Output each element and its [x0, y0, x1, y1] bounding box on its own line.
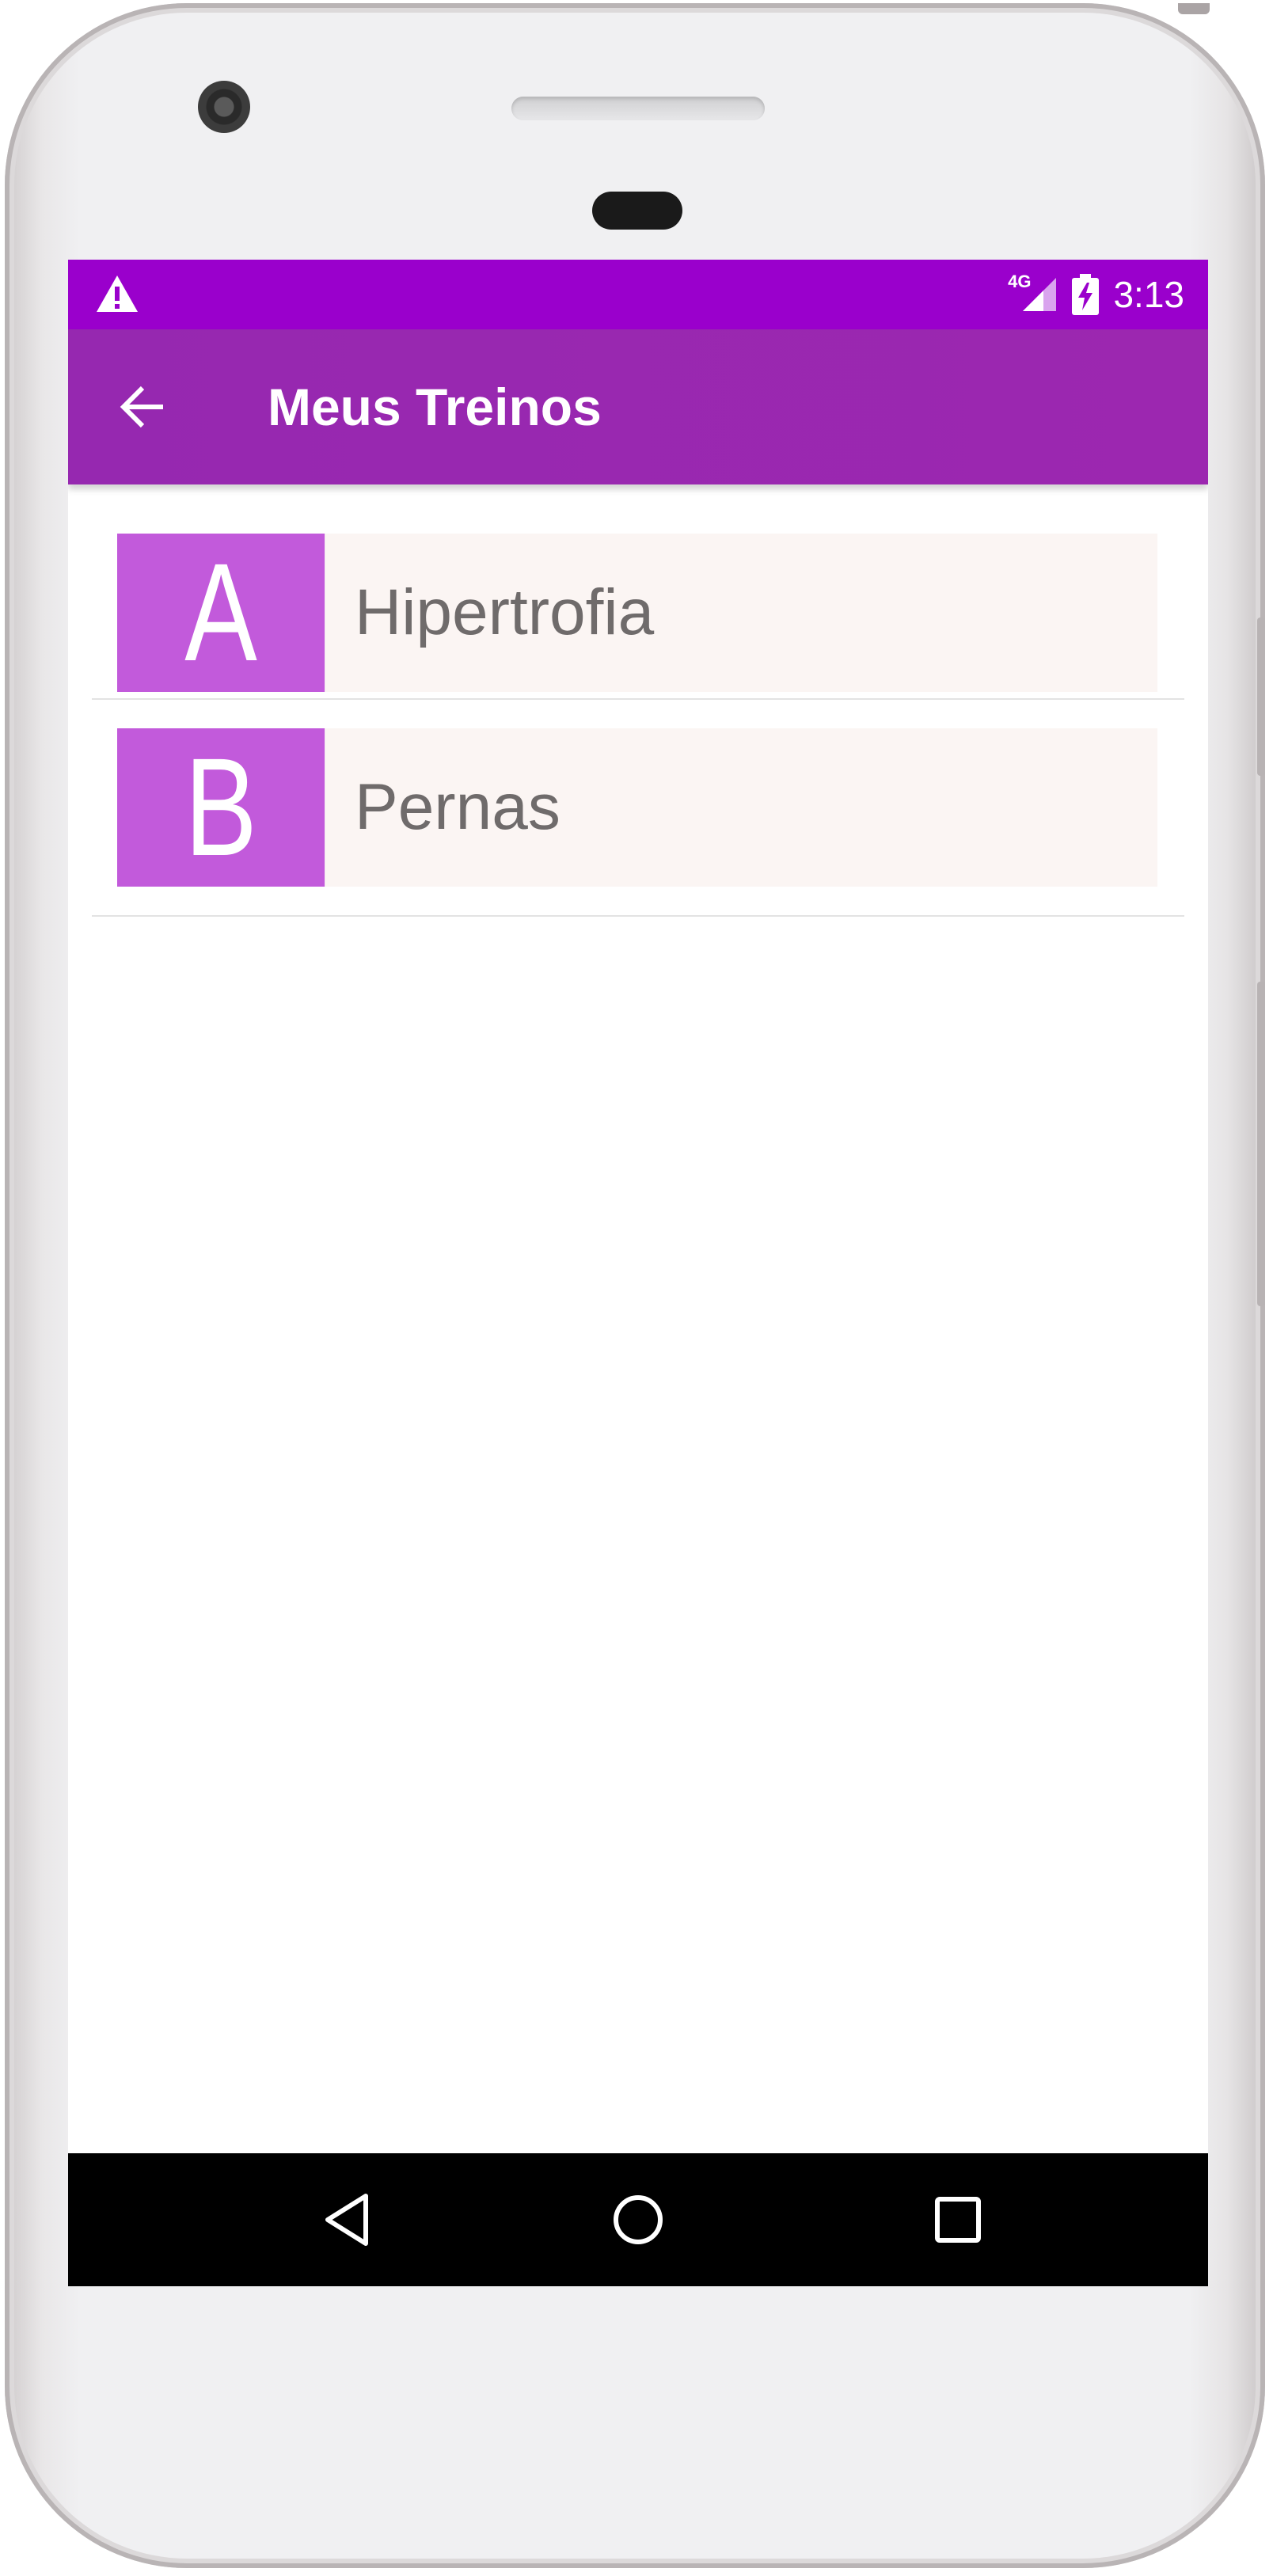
- network-type-label: 4G: [1008, 272, 1032, 291]
- phone-frame: 4G 3:13 Meus Treinos A Hipertrofia B Per…: [5, 3, 1265, 2568]
- workout-item-b[interactable]: B Pernas: [92, 700, 1184, 917]
- navigation-bar: [68, 2153, 1208, 2286]
- phone-power-button: [1257, 982, 1265, 1306]
- workout-letter-badge: B: [117, 728, 325, 887]
- nav-recents-square-icon[interactable]: [925, 2187, 991, 2253]
- front-camera: [198, 81, 250, 133]
- workout-list: A Hipertrofia B Pernas: [68, 484, 1208, 917]
- workout-letter-badge: A: [117, 534, 325, 692]
- screen: 4G 3:13 Meus Treinos A Hipertrofia B Per…: [68, 260, 1208, 2286]
- earpiece-speaker: [511, 97, 765, 120]
- battery-charging-icon: [1072, 274, 1100, 315]
- arrow-back-icon[interactable]: [117, 382, 168, 432]
- workout-name: Hipertrofia: [355, 576, 655, 648]
- status-icons: 4G 3:13: [1008, 260, 1184, 329]
- workout-card[interactable]: A Hipertrofia: [117, 534, 1157, 692]
- app-toolbar: Meus Treinos: [68, 329, 1208, 484]
- warning-triangle-icon: [97, 275, 138, 312]
- phone-top-button: [1178, 3, 1210, 14]
- workout-item-a[interactable]: A Hipertrofia: [92, 484, 1184, 700]
- status-bar: 4G 3:13: [68, 260, 1208, 329]
- phone-volume-button: [1257, 617, 1265, 776]
- nav-home-circle-icon[interactable]: [605, 2187, 671, 2253]
- status-time: 3:13: [1113, 274, 1184, 315]
- page-title: Meus Treinos: [268, 378, 602, 436]
- workout-name: Pernas: [355, 771, 560, 843]
- nav-back-triangle-icon[interactable]: [315, 2187, 382, 2253]
- workout-card[interactable]: B Pernas: [117, 728, 1157, 887]
- proximity-sensor: [592, 192, 682, 230]
